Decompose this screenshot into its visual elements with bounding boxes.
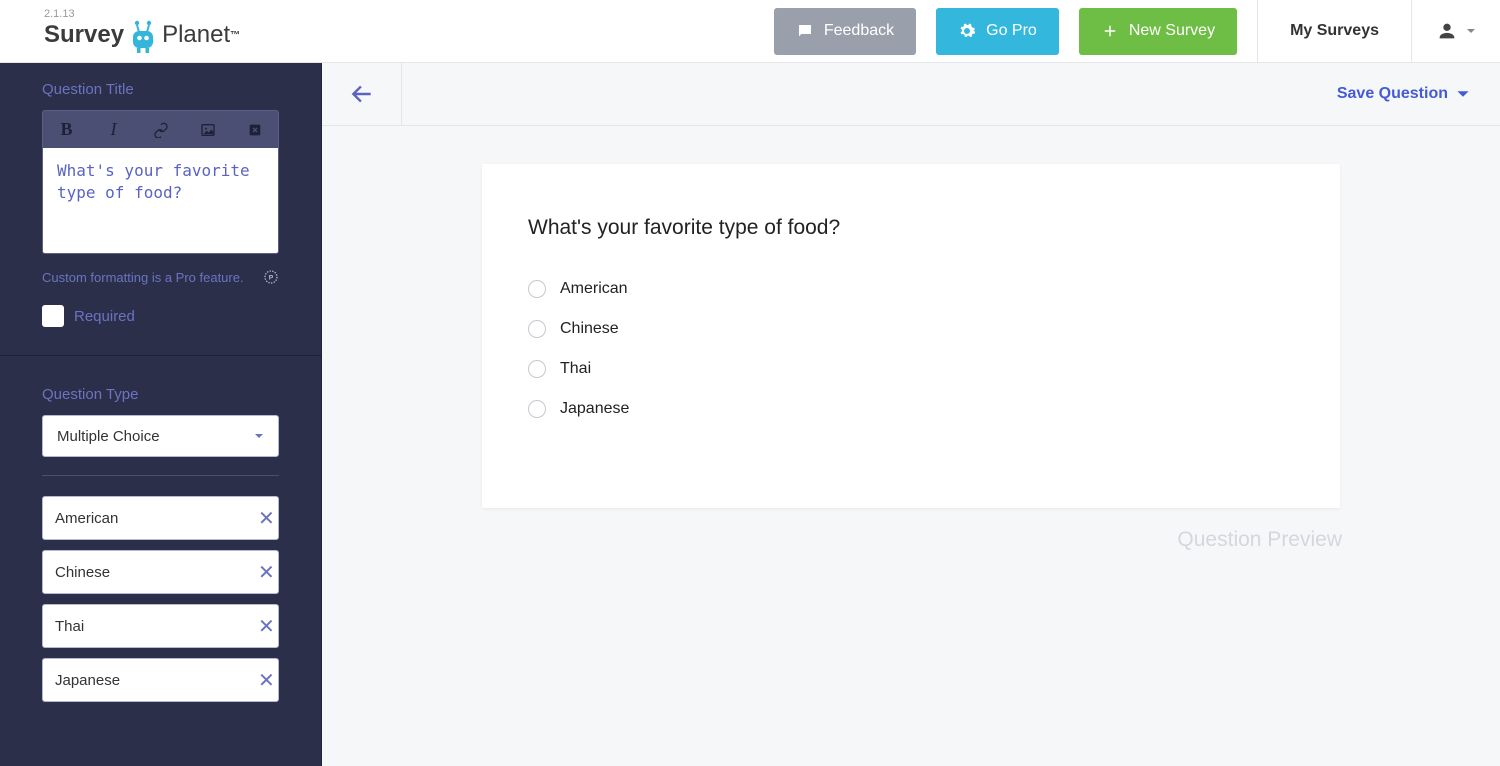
option-label: American bbox=[560, 280, 628, 298]
chat-icon bbox=[796, 22, 814, 40]
required-label: Required bbox=[74, 308, 135, 325]
trademark-icon: ™ bbox=[230, 30, 240, 41]
editor-sidebar: Question Title B I Custom formatting is … bbox=[0, 63, 322, 766]
pro-note-label: Custom formatting is a Pro feature. bbox=[42, 270, 244, 285]
remove-choice-button[interactable]: ✕ bbox=[254, 556, 279, 589]
gear-icon bbox=[958, 22, 976, 40]
link-icon bbox=[153, 122, 169, 138]
link-button[interactable] bbox=[137, 111, 184, 148]
remove-choice-button[interactable]: ✕ bbox=[254, 664, 279, 697]
version-label: 2.1.13 bbox=[44, 8, 75, 20]
preview-card: What's your favorite type of food? Ameri… bbox=[482, 164, 1340, 508]
choice-row: ✕ bbox=[42, 604, 279, 648]
question-type-select[interactable]: Multiple Choice bbox=[42, 415, 279, 457]
radio-icon bbox=[528, 400, 546, 418]
new-survey-label: New Survey bbox=[1129, 22, 1215, 40]
image-icon bbox=[200, 122, 216, 138]
remove-choice-button[interactable]: ✕ bbox=[254, 502, 279, 535]
remove-choice-button[interactable]: ✕ bbox=[254, 610, 279, 643]
question-type-value: Multiple Choice bbox=[57, 428, 160, 445]
option-label: Chinese bbox=[560, 320, 619, 338]
feedback-button[interactable]: Feedback bbox=[774, 8, 916, 55]
image-button[interactable] bbox=[184, 111, 231, 148]
choice-input[interactable] bbox=[55, 618, 254, 635]
new-survey-button[interactable]: New Survey bbox=[1079, 8, 1237, 55]
go-pro-label: Go Pro bbox=[986, 22, 1037, 40]
choice-row: ✕ bbox=[42, 550, 279, 594]
save-question-label: Save Question bbox=[1337, 85, 1448, 103]
my-surveys-link[interactable]: My Surveys bbox=[1257, 0, 1411, 63]
chevron-down-icon bbox=[1466, 26, 1476, 36]
required-checkbox[interactable] bbox=[42, 305, 64, 327]
choice-input[interactable] bbox=[55, 510, 254, 527]
svg-text:P: P bbox=[269, 275, 274, 282]
go-pro-button[interactable]: Go Pro bbox=[936, 8, 1059, 55]
preview-option[interactable]: Thai bbox=[528, 360, 1294, 378]
main-area: Save Question What's your favorite type … bbox=[322, 63, 1500, 766]
app-header: 2.1.13 Survey Planet ™ Feedback Go Pro bbox=[0, 0, 1500, 63]
plus-icon bbox=[1101, 22, 1119, 40]
logo-word-survey: Survey bbox=[44, 21, 124, 49]
back-button[interactable] bbox=[322, 63, 402, 126]
question-type-label: Question Type bbox=[42, 386, 279, 403]
question-title-label: Question Title bbox=[42, 81, 279, 98]
save-question-button[interactable]: Save Question bbox=[1337, 85, 1470, 103]
preview-option[interactable]: American bbox=[528, 280, 1294, 298]
format-toolbar: B I bbox=[42, 110, 279, 148]
alien-icon bbox=[128, 20, 158, 54]
logo-word-planet: Planet bbox=[162, 21, 230, 49]
clear-format-button[interactable] bbox=[231, 111, 278, 148]
divider bbox=[42, 475, 279, 476]
preview-option[interactable]: Chinese bbox=[528, 320, 1294, 338]
radio-icon bbox=[528, 320, 546, 338]
choice-input[interactable] bbox=[55, 564, 254, 581]
main-toolbar: Save Question bbox=[322, 63, 1500, 126]
preview-caption: Question Preview bbox=[1177, 528, 1342, 552]
user-icon bbox=[1436, 20, 1458, 42]
choice-input[interactable] bbox=[55, 672, 254, 689]
choice-row: ✕ bbox=[42, 496, 279, 540]
logo[interactable]: Survey Planet ™ bbox=[44, 20, 240, 50]
user-menu[interactable] bbox=[1411, 0, 1500, 63]
chevron-down-icon bbox=[254, 431, 264, 441]
bold-button[interactable]: B bbox=[43, 111, 90, 148]
italic-button[interactable]: I bbox=[90, 111, 137, 148]
question-title-input[interactable] bbox=[42, 148, 279, 254]
radio-icon bbox=[528, 280, 546, 298]
my-surveys-label: My Surveys bbox=[1290, 22, 1379, 40]
pro-badge-icon: P bbox=[263, 269, 279, 285]
arrow-left-icon bbox=[349, 81, 375, 107]
preview-question-title: What's your favorite type of food? bbox=[528, 216, 1294, 240]
preview-option[interactable]: Japanese bbox=[528, 400, 1294, 418]
chevron-down-icon bbox=[1456, 87, 1470, 101]
radio-icon bbox=[528, 360, 546, 378]
close-icon bbox=[247, 122, 263, 138]
option-label: Thai bbox=[560, 360, 591, 378]
choice-row: ✕ bbox=[42, 658, 279, 702]
feedback-label: Feedback bbox=[824, 22, 894, 40]
option-label: Japanese bbox=[560, 400, 629, 418]
